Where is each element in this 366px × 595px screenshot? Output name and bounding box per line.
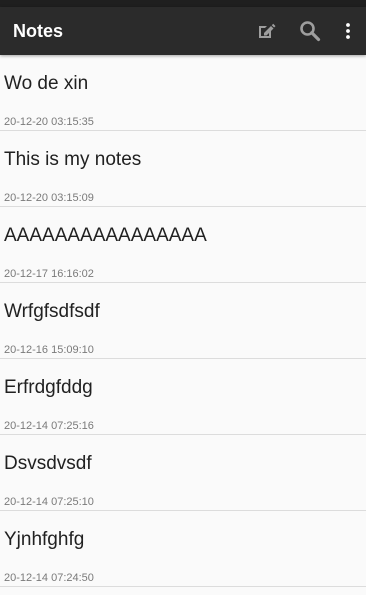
note-title: Dsvsdvsdf: [4, 453, 92, 474]
more-vert-icon: [346, 23, 350, 39]
edit-note-icon: [259, 23, 276, 38]
note-timestamp: 20-12-14 07:24:50: [4, 572, 94, 584]
note-timestamp: 20-12-14 07:25:16: [4, 420, 94, 432]
overflow-menu-button[interactable]: [334, 17, 362, 45]
app-bar: Notes: [0, 7, 366, 55]
note-title: Wrfgfsdfsdf: [4, 301, 100, 322]
note-timestamp: 20-12-20 03:15:09: [4, 192, 94, 204]
new-note-button[interactable]: [252, 17, 280, 45]
search-icon: [300, 21, 321, 42]
note-list-item[interactable]: Wo de xin 20-12-20 03:15:35: [0, 55, 366, 131]
note-title: Wo de xin: [4, 73, 89, 94]
note-timestamp: 20-12-16 15:09:10: [4, 344, 94, 356]
note-title: This is my notes: [4, 149, 142, 170]
note-title: AAAAAAAAAAAAAAAA: [4, 225, 207, 246]
note-timestamp: 20-12-20 03:15:35: [4, 116, 94, 128]
note-timestamp: 20-12-17 16:16:02: [4, 268, 94, 280]
note-title: Erfrdgfddg: [4, 377, 93, 398]
search-button[interactable]: [296, 17, 324, 45]
note-list-item[interactable]: AAAAAAAAAAAAAAAA 20-12-17 16:16:02: [0, 207, 366, 283]
notes-list: Wo de xin 20-12-20 03:15:35 This is my n…: [0, 55, 366, 595]
note-list-item[interactable]: Wrfgfsdfsdf 20-12-16 15:09:10: [0, 283, 366, 359]
note-list-item[interactable]: Dsvsdvsdf 20-12-14 07:25:10: [0, 435, 366, 511]
note-timestamp: 20-12-14 07:25:10: [4, 496, 94, 508]
status-bar: [0, 0, 366, 7]
note-list-item[interactable]: Erfrdgfddg 20-12-14 07:25:16: [0, 359, 366, 435]
note-title: Yjnhfghfg: [4, 529, 85, 550]
app-title: Notes: [13, 21, 64, 41]
note-list-item[interactable]: This is my notes 20-12-20 03:15:09: [0, 131, 366, 207]
note-list-item[interactable]: Yjnhfghfg 20-12-14 07:24:50: [0, 511, 366, 587]
